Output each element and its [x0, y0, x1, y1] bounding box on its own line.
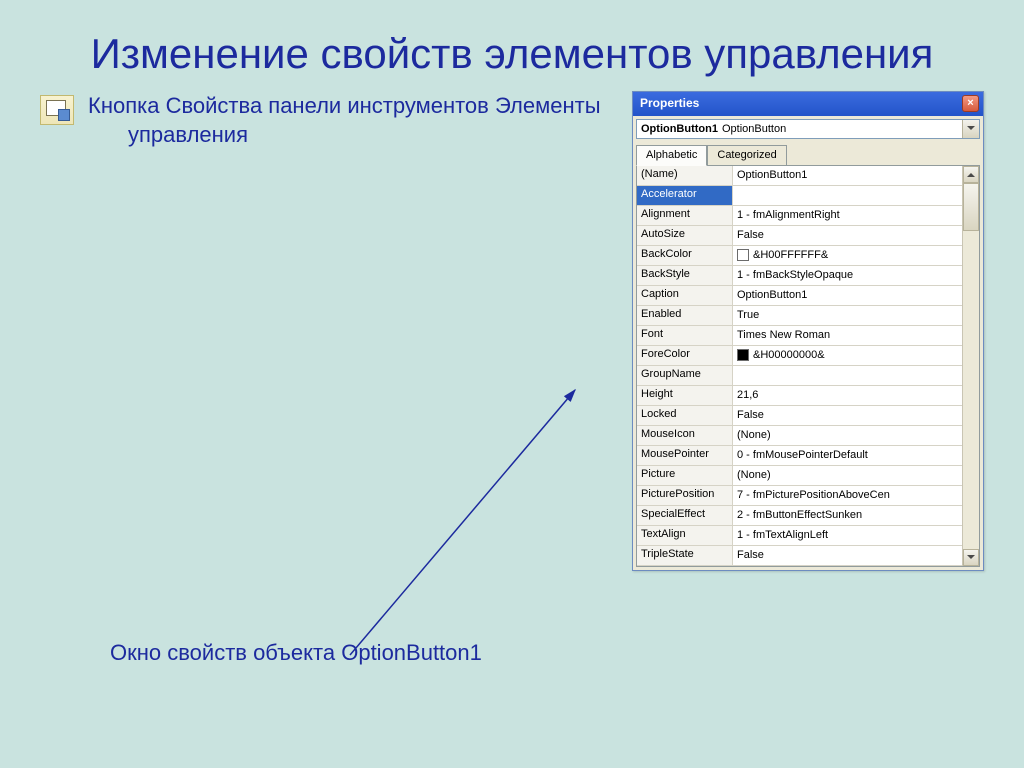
object-selector[interactable]: OptionButton1 OptionButton [636, 119, 980, 139]
property-value[interactable]: 1 - fmAlignmentRight [733, 206, 962, 225]
property-name: TextAlign [637, 526, 733, 545]
color-swatch [737, 249, 749, 261]
property-name: Font [637, 326, 733, 345]
property-value[interactable]: 0 - fmMousePointerDefault [733, 446, 962, 465]
property-value[interactable]: False [733, 226, 962, 245]
scroll-thumb[interactable] [963, 183, 979, 231]
property-value[interactable]: 21,6 [733, 386, 962, 405]
property-value[interactable]: OptionButton1 [733, 166, 962, 185]
property-name: MouseIcon [637, 426, 733, 445]
object-type: OptionButton [722, 123, 786, 135]
property-value[interactable]: True [733, 306, 962, 325]
property-name: AutoSize [637, 226, 733, 245]
property-row[interactable]: PicturePosition7 - fmPicturePositionAbov… [637, 486, 962, 506]
property-name: Picture [637, 466, 733, 485]
property-row[interactable]: Picture(None) [637, 466, 962, 486]
scroll-down-icon[interactable] [963, 549, 979, 566]
tab-alphabetic[interactable]: Alphabetic [636, 145, 707, 166]
property-value[interactable]: False [733, 406, 962, 425]
properties-window: Properties × OptionButton1 OptionButton … [632, 91, 984, 571]
property-value[interactable]: (None) [733, 426, 962, 445]
chevron-down-icon[interactable] [962, 120, 979, 138]
close-icon[interactable]: × [962, 95, 979, 112]
property-name: (Name) [637, 166, 733, 185]
scrollbar[interactable] [962, 166, 979, 566]
description-text: Кнопка Свойства панели инструментов Элем… [88, 91, 612, 150]
property-name: PicturePosition [637, 486, 733, 505]
property-row[interactable]: BackStyle1 - fmBackStyleOpaque [637, 266, 962, 286]
property-row[interactable]: MousePointer0 - fmMousePointerDefault [637, 446, 962, 466]
property-value[interactable]: 7 - fmPicturePositionAboveCen [733, 486, 962, 505]
property-name: ForeColor [637, 346, 733, 365]
property-name: Caption [637, 286, 733, 305]
property-value[interactable] [733, 366, 962, 385]
scroll-up-icon[interactable] [963, 166, 979, 183]
property-value[interactable]: &H00000000& [733, 346, 962, 365]
property-value[interactable]: Times New Roman [733, 326, 962, 345]
property-row[interactable]: FontTimes New Roman [637, 326, 962, 346]
property-row[interactable]: AutoSizeFalse [637, 226, 962, 246]
caption-text: Окно свойств объекта OptionButton1 [110, 640, 482, 666]
property-row[interactable]: MouseIcon(None) [637, 426, 962, 446]
property-row[interactable]: GroupName [637, 366, 962, 386]
property-row[interactable]: Accelerator [637, 186, 962, 206]
property-value[interactable]: 1 - fmTextAlignLeft [733, 526, 962, 545]
property-value[interactable]: &H00FFFFFF& [733, 246, 962, 265]
property-row[interactable]: Alignment1 - fmAlignmentRight [637, 206, 962, 226]
property-name: Accelerator [637, 186, 733, 205]
property-value[interactable]: 1 - fmBackStyleOpaque [733, 266, 962, 285]
property-name: Height [637, 386, 733, 405]
property-name: TripleState [637, 546, 733, 565]
property-name: MousePointer [637, 446, 733, 465]
property-row[interactable]: Height21,6 [637, 386, 962, 406]
property-row[interactable]: LockedFalse [637, 406, 962, 426]
property-value[interactable]: (None) [733, 466, 962, 485]
tab-categorized[interactable]: Categorized [707, 145, 786, 166]
property-row[interactable]: CaptionOptionButton1 [637, 286, 962, 306]
property-value[interactable]: 2 - fmButtonEffectSunken [733, 506, 962, 525]
window-title: Properties [640, 96, 699, 110]
property-row[interactable]: SpecialEffect2 - fmButtonEffectSunken [637, 506, 962, 526]
titlebar[interactable]: Properties × [633, 92, 983, 116]
property-row[interactable]: ForeColor&H00000000& [637, 346, 962, 366]
property-name: BackColor [637, 246, 733, 265]
property-value[interactable]: False [733, 546, 962, 565]
property-name: SpecialEffect [637, 506, 733, 525]
property-row[interactable]: BackColor&H00FFFFFF& [637, 246, 962, 266]
properties-toolbar-icon [40, 95, 74, 125]
property-name: Enabled [637, 306, 733, 325]
property-name: Locked [637, 406, 733, 425]
property-row[interactable]: (Name)OptionButton1 [637, 166, 962, 186]
property-name: BackStyle [637, 266, 733, 285]
property-row[interactable]: TextAlign1 - fmTextAlignLeft [637, 526, 962, 546]
slide-title: Изменение свойств элементов управления [0, 0, 1024, 91]
property-row[interactable]: TripleStateFalse [637, 546, 962, 566]
property-name: Alignment [637, 206, 733, 225]
property-row[interactable]: EnabledTrue [637, 306, 962, 326]
property-value[interactable]: OptionButton1 [733, 286, 962, 305]
object-name: OptionButton1 [641, 123, 718, 135]
color-swatch [737, 349, 749, 361]
property-value[interactable] [733, 186, 962, 205]
properties-grid[interactable]: (Name)OptionButton1AcceleratorAlignment1… [637, 166, 962, 566]
property-name: GroupName [637, 366, 733, 385]
